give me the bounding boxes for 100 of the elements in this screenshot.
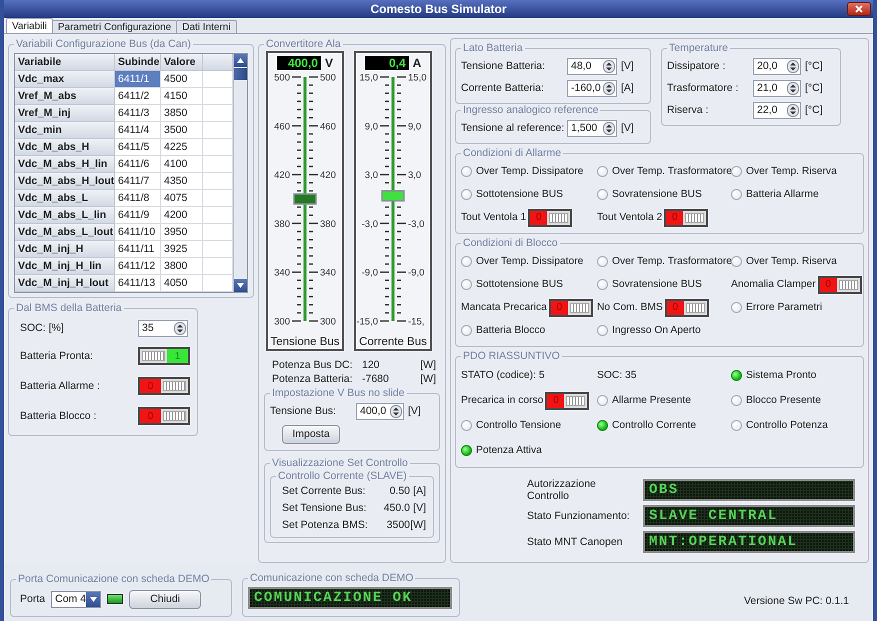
scroll-down-button[interactable] — [234, 279, 247, 292]
table-cell[interactable]: 3500 — [161, 122, 203, 139]
scale-label: 300 — [320, 316, 336, 328]
close-port-button[interactable]: Chiudi — [129, 590, 202, 608]
slider-thumb[interactable] — [381, 190, 405, 202]
spin-field[interactable]: 48,0 — [567, 58, 617, 74]
table-cell[interactable]: 6411/8 — [115, 190, 161, 207]
spin-field[interactable]: 22,0 — [753, 102, 801, 118]
toggle-label: Tout Ventola 1 — [461, 212, 526, 223]
toggle-label: Precarica in corso — [461, 395, 544, 406]
tab[interactable]: Variabili — [6, 18, 53, 33]
spin-field[interactable]: 20,0 — [753, 58, 801, 74]
table-cell[interactable]: 6411/6 — [115, 156, 161, 173]
slider-thumb[interactable] — [293, 193, 317, 205]
column-header[interactable]: Valore — [161, 54, 203, 71]
table-cell[interactable]: 6411/13 — [115, 275, 161, 292]
table-cell[interactable]: 4075 — [161, 190, 203, 207]
group-title: Condizioni di Blocco — [462, 237, 559, 249]
spin-field[interactable]: 400,0 — [356, 402, 404, 420]
power-value: -7680 — [362, 373, 390, 385]
table-cell — [203, 156, 233, 173]
scale-label: 300 — [274, 316, 290, 328]
scroll-up-button[interactable] — [234, 54, 247, 67]
table-cell[interactable]: 6411/9 — [115, 207, 161, 224]
column-header — [203, 54, 233, 71]
spin-field[interactable]: 21,0 — [753, 80, 801, 96]
table-cell — [203, 122, 233, 139]
group-title: Condizioni di Allarme — [462, 147, 562, 159]
table-cell[interactable]: 4050 — [161, 275, 203, 292]
spin-field[interactable]: -160,0 — [567, 80, 617, 96]
status-label: Allarme Presente — [612, 395, 691, 406]
table-cell[interactable]: 3950 — [161, 224, 203, 241]
power-label: Potenza Batteria: — [272, 373, 354, 385]
group-title: Dal BMS della Batteria — [15, 302, 123, 314]
row-header: Vdc_M_abs_L — [15, 190, 115, 207]
table-cell[interactable]: 4500 — [161, 71, 203, 88]
group-title: Comunicazione con scheda DEMO — [249, 572, 414, 584]
scale-label: -15, — [408, 316, 424, 328]
gauge-unit: V — [324, 56, 333, 70]
scroll-thumb[interactable] — [234, 68, 247, 80]
tab[interactable]: Dati Interni — [176, 20, 237, 33]
spin-arrows-icon[interactable] — [390, 404, 402, 418]
unit-label: [W] — [419, 373, 436, 385]
scrollbar[interactable] — [233, 54, 247, 292]
toggle-label: Batteria Blocco : — [20, 410, 98, 422]
table-cell[interactable]: 6411/5 — [115, 139, 161, 156]
table-cell[interactable]: 3925 — [161, 241, 203, 258]
row-header: Vdc_max — [15, 71, 115, 88]
status-label: Blocco Presente — [746, 395, 821, 406]
table-cell[interactable]: 6411/11 — [115, 241, 161, 258]
toggle-label: Mancata Precarica — [461, 302, 547, 313]
spin-field[interactable]: 35 — [138, 320, 188, 336]
table-cell[interactable]: 3800 — [161, 258, 203, 275]
table-cell[interactable]: 4150 — [161, 88, 203, 105]
spin-arrows-icon[interactable] — [787, 82, 799, 94]
table-cell[interactable]: 6411/10 — [115, 224, 161, 241]
table-cell — [203, 258, 233, 275]
table-cell[interactable]: 6411/2 — [115, 88, 161, 105]
table-cell — [203, 88, 233, 105]
column-header[interactable]: Subinde — [115, 54, 161, 71]
table-cell[interactable]: 4100 — [161, 156, 203, 173]
status-text: STATO (codice): 5 — [461, 370, 545, 381]
group-title: Ingresso analogico reference — [462, 104, 600, 116]
spin-arrows-icon[interactable] — [174, 322, 186, 334]
table-cell[interactable]: 6411/3 — [115, 105, 161, 122]
table-cell[interactable]: 6411/1 — [115, 71, 161, 88]
scale-label: 500 — [320, 72, 336, 84]
gauge-caption: Tensione Bus — [270, 336, 340, 349]
table-cell[interactable]: 6411/4 — [115, 122, 161, 139]
spin-arrows-icon[interactable] — [787, 60, 799, 72]
spin-arrows-icon[interactable] — [787, 104, 799, 116]
spin-field[interactable]: 1,500 — [567, 120, 617, 136]
scale-label: -15,0 — [356, 316, 378, 328]
spin-arrows-icon[interactable] — [603, 82, 615, 94]
table-cell — [203, 241, 233, 258]
table-cell — [203, 190, 233, 207]
status-label: Sottotensione BUS — [476, 189, 564, 200]
column-header[interactable]: Variabile — [15, 54, 115, 71]
table-cell[interactable]: 4225 — [161, 139, 203, 156]
table-cell[interactable]: 3850 — [161, 105, 203, 122]
set-button[interactable]: Imposta — [282, 424, 340, 444]
scale-label: 340 — [274, 268, 290, 279]
scale-label: 15,0 — [408, 72, 426, 84]
scale-label: 3,0 — [364, 170, 378, 182]
port-select[interactable]: Com 4 — [51, 590, 102, 608]
scale-label: 380 — [320, 218, 336, 230]
unit-label: [A] — [412, 485, 426, 497]
status-label: Batteria Allarme — [746, 189, 819, 200]
table-cell[interactable]: 6411/12 — [115, 258, 161, 275]
tab[interactable]: Parametri Configurazione — [52, 20, 178, 33]
table-cell[interactable]: 4350 — [161, 173, 203, 190]
row-header: Vdc_M_inj_H_lout — [15, 275, 115, 292]
spin-arrows-icon[interactable] — [603, 122, 615, 134]
table-cell[interactable]: 6411/7 — [115, 173, 161, 190]
setting-label: Set Corrente Bus: — [282, 485, 366, 497]
table-cell[interactable]: 4200 — [161, 207, 203, 224]
spin-arrows-icon[interactable] — [603, 60, 615, 72]
status-label: Sistema Pronto — [746, 370, 816, 381]
close-button[interactable] — [847, 2, 871, 16]
group-title: Porta Comunicazione con scheda DEMO — [17, 573, 210, 585]
